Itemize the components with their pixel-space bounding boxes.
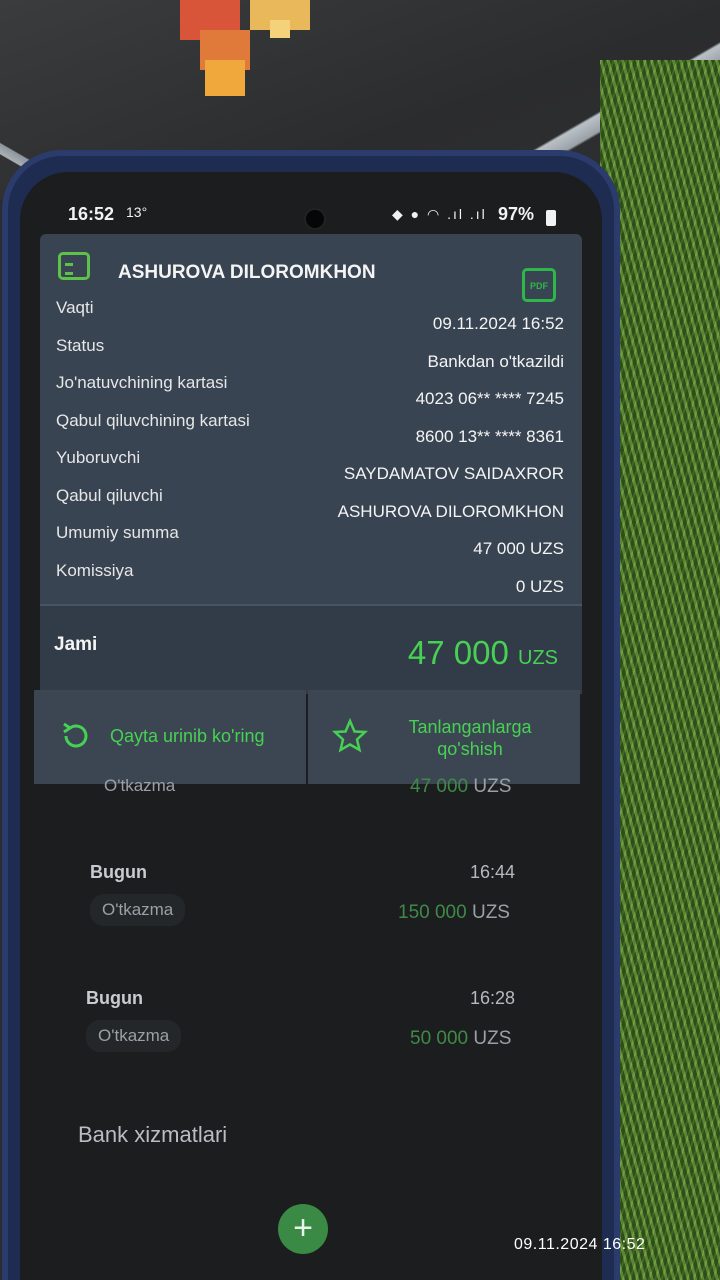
history-amount-value: 47 000	[410, 776, 469, 797]
retry-label: Qayta urinib ko'ring	[110, 726, 265, 746]
row-value: 47 000 UZS	[473, 539, 564, 558]
battery-icon	[546, 210, 556, 226]
row-label: Umumiy summa	[56, 523, 179, 542]
pdf-download-icon[interactable]: PDF	[522, 268, 556, 302]
history-amount-currency: UZS	[473, 1028, 512, 1049]
status-time: 16:52	[68, 204, 115, 224]
recipient-name: ASHUROVA DILOROMKHON	[118, 262, 376, 283]
status-temperature: 13°	[126, 204, 148, 220]
battery-percent: 97%	[498, 204, 535, 224]
history-amount-value: 150 000	[398, 902, 467, 923]
transfer-tag: O'tkazma	[104, 776, 176, 795]
row-label: Qabul qiluvchi	[56, 485, 163, 505]
bank-services-title: Bank xizmatlari	[78, 1122, 228, 1147]
receipt-row: Status Bankdan o'tkazildi	[40, 336, 582, 374]
add-to-favorites-button[interactable]: Tanlanganlarga qo'shish	[308, 690, 580, 784]
transfer-tag: O'tkazma	[86, 1020, 182, 1052]
row-value: SAYDAMATOV SAIDAXROR	[343, 464, 564, 483]
total-value: 47 000	[407, 634, 509, 671]
row-value: Bankdan o'tkazildi	[427, 351, 565, 371]
receipt-row: Vaqti 09.11.2024 16:52	[40, 298, 582, 336]
status-bar: 16:52 13° ◆ ● ◠ .ıl .ıl 97%	[20, 172, 602, 242]
history-amount-currency: UZS	[471, 902, 510, 923]
history-time: 16:44	[470, 862, 516, 882]
row-value: 09.11.2024 16:52	[432, 314, 564, 333]
receipt-row: Yuboruvchi SAYDAMATOV SAIDAXROR	[40, 448, 582, 486]
signal-icons: ◆ ● ◠ .ıl .ıl	[392, 206, 487, 222]
history-time: 16:28	[470, 988, 516, 1008]
receipt-row: Jo'natuvchining kartasi 4023 06** **** 7…	[40, 373, 582, 411]
receipt-row: Umumiy summa 47 000 UZS	[40, 523, 582, 561]
front-camera	[304, 208, 326, 230]
history-amount-currency: UZS	[473, 776, 512, 797]
row-label: Yuboruvchi	[56, 448, 141, 467]
total-label: Jami	[54, 634, 98, 655]
history-amount: 47 000 UZS	[410, 776, 511, 798]
receipt-row: Qabul qiluvchi ASHUROVA DILOROMKHON	[40, 486, 582, 524]
phone-screen: 16:52 13° ◆ ● ◠ .ıl .ıl 97% ASHUROVA DIL…	[20, 172, 602, 1280]
receipt-row: Qabul qiluvchining kartasi 8600 13** ***…	[40, 411, 582, 449]
card-transfer-icon	[58, 252, 90, 280]
photo-timestamp: 09.11.2024 16:52	[514, 1236, 646, 1253]
row-value: 4023 06** **** 7245	[415, 389, 564, 408]
row-value: ASHUROVA DILOROMKHON	[337, 501, 564, 521]
retry-icon	[63, 722, 88, 748]
row-label: Status	[56, 335, 105, 355]
receipt-row: Komissiya 0 UZS	[40, 561, 582, 599]
row-value: 8600 13** **** 8361	[415, 426, 564, 446]
transfer-tag: O'tkazma	[90, 894, 186, 926]
favorite-label: Tanlanganlarga qo'shish	[408, 717, 532, 759]
star-icon	[332, 718, 368, 753]
row-label: Komissiya	[56, 560, 134, 580]
history-amount: 50 000 UZS	[410, 1028, 511, 1050]
history-amount-value: 50 000	[410, 1028, 469, 1049]
row-label: Qabul qiluvchining kartasi	[56, 410, 250, 430]
row-label: Vaqti	[56, 298, 94, 317]
history-day: Bugun	[90, 862, 147, 882]
history-day: Bugun	[86, 988, 143, 1008]
row-value: 0 UZS	[515, 576, 564, 596]
total-bar: Jami 47 000 UZS	[40, 604, 582, 694]
total-amount: 47 000 UZS	[408, 634, 558, 672]
total-currency: UZS	[518, 647, 558, 669]
add-button[interactable]: +	[278, 1204, 328, 1254]
receipt-header: ASHUROVA DILOROMKHON PDF	[40, 234, 582, 302]
history-amount: 150 000 UZS	[398, 902, 510, 924]
receipt-rows: Vaqti 09.11.2024 16:52 Status Bankdan o'…	[40, 298, 582, 598]
row-label: Jo'natuvchining kartasi	[56, 373, 228, 392]
background-artwork	[180, 0, 310, 96]
